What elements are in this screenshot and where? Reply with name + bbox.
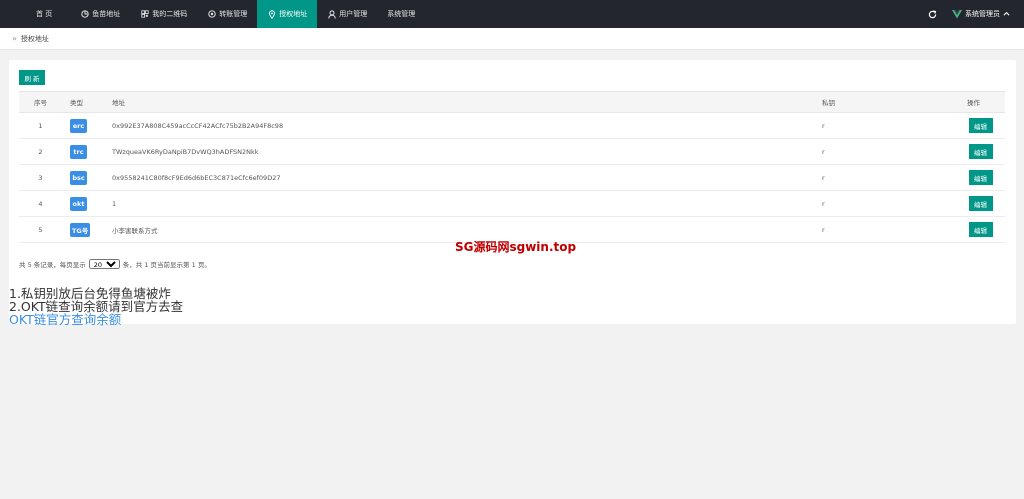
address-table: 序号 类型 地址 私钥 操作 1 erc 0x992E37A808C459acC… xyxy=(19,91,1005,243)
breadcrumb: » 授权地址 xyxy=(0,28,1024,50)
row-address: 0x9558241C80f8cF9Ed6d6bEC3C871eCfc6ef09D… xyxy=(112,164,822,191)
nav-item-home-label: 首 页 xyxy=(36,10,53,18)
row-no: 2 xyxy=(19,138,62,165)
nav-item-home[interactable]: 首 页 xyxy=(0,0,70,28)
breadcrumb-current: 授权地址 xyxy=(20,34,49,43)
refresh-button[interactable]: 刷 新 xyxy=(19,70,45,85)
main-card: 刷 新 序号 类型 地址 私钥 操作 1 erc 0x992E37A808C45… xyxy=(9,60,1016,324)
type-badge: erc xyxy=(70,118,87,133)
table-header-row: 序号 类型 地址 私钥 操作 xyxy=(19,91,1005,113)
watermark: SG源码网sgwin.top xyxy=(455,240,577,254)
nav-item-authorized-address[interactable]: 授权地址 xyxy=(257,0,318,28)
nav-item-fish-address[interactable]: 鱼苗地址 xyxy=(70,0,130,28)
edit-button[interactable]: 编辑 xyxy=(968,170,993,185)
table-row: 4 okt 1 r 编辑 xyxy=(19,190,1005,217)
notes: 1.私钥别放后台免得鱼塘被炸 2.OKT链查询余额请到官方去查 OKT链官方查询… xyxy=(9,287,183,326)
nav-item-my-qrcode[interactable]: 我的二维码 xyxy=(130,0,197,28)
row-no: 1 xyxy=(19,112,62,139)
page-size-select[interactable]: 20 xyxy=(88,259,120,269)
nav-item-authorized-address-label: 授权地址 xyxy=(279,10,308,18)
edit-button[interactable]: 编辑 xyxy=(968,118,993,133)
top-nav: 首 页 鱼苗地址 我的二维码 转账管理 授权地址 用户管理 系统管理 系统管理员 xyxy=(0,0,1024,28)
col-header-type: 类型 xyxy=(62,91,112,113)
row-private-key: r xyxy=(822,216,942,243)
row-no: 5 xyxy=(19,216,62,243)
type-badge: TG号 xyxy=(70,222,91,237)
pagination-info: 共 5 条记录，每页显示 20 条，共 1 页当前显示第 1 页。 xyxy=(19,259,211,269)
type-badge: okt xyxy=(70,196,87,211)
table-row: 1 erc 0x992E37A808C459acCcCF42ACfc75b2B2… xyxy=(19,112,1005,139)
nav-item-user-management[interactable]: 用户管理 xyxy=(317,0,377,28)
nav-item-transfer-management-label: 转账管理 xyxy=(219,10,248,18)
nav-item-system-management[interactable]: 系统管理 xyxy=(377,0,425,28)
nav-item-fish-address-label: 鱼苗地址 xyxy=(92,10,121,18)
type-badge: trc xyxy=(70,144,87,159)
row-private-key: r xyxy=(822,164,942,191)
nav-right: 系统管理员 xyxy=(920,0,1024,28)
row-address: 1 xyxy=(112,190,822,217)
admin-menu[interactable]: 系统管理员 xyxy=(944,9,1024,19)
row-address: TWzqueaVK6RyDaNpiB7DvWQ3hADFSN2Nkk xyxy=(112,138,822,165)
double-chevron-right-icon: » xyxy=(12,34,17,43)
col-header-private-key: 私钥 xyxy=(822,91,942,113)
nav-item-system-management-label: 系统管理 xyxy=(387,10,416,18)
table-row: 2 trc TWzqueaVK6RyDaNpiB7DvWQ3hADFSN2Nkk… xyxy=(19,138,1005,165)
location-icon xyxy=(267,9,276,19)
user-icon xyxy=(327,9,336,19)
refresh-icon[interactable] xyxy=(920,0,944,28)
row-no: 3 xyxy=(19,164,62,191)
edit-button[interactable]: 编辑 xyxy=(968,144,993,159)
transfer-icon xyxy=(207,10,216,19)
row-no: 4 xyxy=(19,190,62,217)
nav-item-user-management-label: 用户管理 xyxy=(339,10,368,18)
pagination-prefix: 共 5 条记录，每页显示 xyxy=(19,261,86,269)
chevron-up-icon xyxy=(1003,10,1010,18)
vue-logo-icon xyxy=(952,9,962,19)
edit-button[interactable]: 编辑 xyxy=(968,196,993,211)
edit-button[interactable]: 编辑 xyxy=(968,222,993,237)
qrcode-icon xyxy=(140,10,149,19)
okt-balance-link[interactable]: OKT链官方查询余额 xyxy=(9,313,183,326)
fish-icon xyxy=(80,10,89,19)
nav-item-transfer-management[interactable]: 转账管理 xyxy=(197,0,257,28)
admin-label: 系统管理员 xyxy=(965,10,1000,18)
col-header-address: 地址 xyxy=(112,91,822,113)
col-header-operation: 操作 xyxy=(942,91,1005,113)
type-badge: bsc xyxy=(70,170,87,185)
row-address: 0x992E37A808C459acCcCF42ACfc75b2B2A94F8c… xyxy=(112,112,822,139)
nav-item-my-qrcode-label: 我的二维码 xyxy=(152,10,188,18)
pagination-suffix: 条，共 1 页当前显示第 1 页。 xyxy=(122,261,211,269)
row-private-key: r xyxy=(822,112,942,139)
row-private-key: r xyxy=(822,138,942,165)
row-private-key: r xyxy=(822,190,942,217)
table-row: 3 bsc 0x9558241C80f8cF9Ed6d6bEC3C871eCfc… xyxy=(19,164,1005,191)
col-header-no: 序号 xyxy=(19,91,62,113)
